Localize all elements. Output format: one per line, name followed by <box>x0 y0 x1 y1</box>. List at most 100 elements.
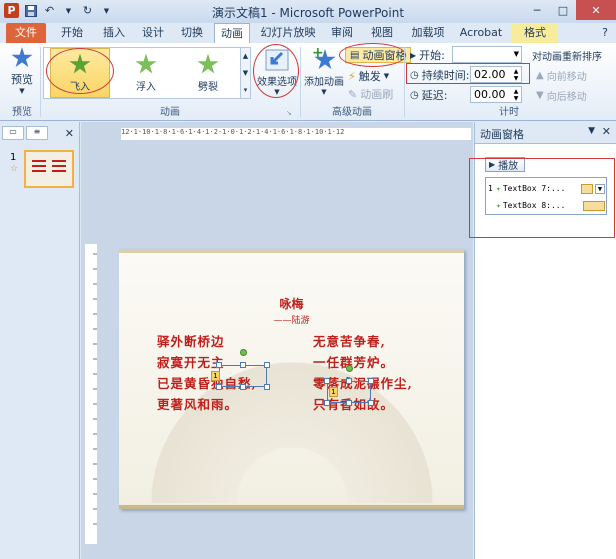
tab-slideshow[interactable]: 幻灯片放映 <box>257 23 319 43</box>
delay-spinner[interactable]: ▲ ▼ <box>511 87 521 102</box>
tab-animations[interactable]: 动画 <box>214 23 250 43</box>
fly-in-effect-icon: ✦ <box>496 201 501 210</box>
chevron-down-icon: ▼ <box>383 72 390 80</box>
tab-design[interactable]: 设计 <box>137 23 169 43</box>
resize-handle[interactable] <box>324 378 330 384</box>
resize-handle[interactable] <box>216 384 222 390</box>
resize-handle[interactable] <box>346 400 352 406</box>
gallery-more-icon[interactable]: ▾ <box>244 86 248 94</box>
animation-float-in[interactable]: 浮入 <box>116 48 176 98</box>
slide-number: 1 <box>10 152 17 163</box>
chevron-down-icon: ▼ <box>513 50 519 58</box>
slide[interactable]: 咏梅 ——陆游 驿外断桥边 寂寞开无主 已是黄昏独自愁, 更著风和雨。 无意苦争… <box>119 249 464 509</box>
split-star-icon <box>197 53 219 74</box>
resize-handle[interactable] <box>264 362 270 368</box>
animation-fly-in[interactable]: 飞入 <box>50 48 110 98</box>
item-dropdown-icon[interactable]: ▼ <box>595 183 605 194</box>
animation-painter-button[interactable]: ✎ 动画刷 <box>348 86 393 102</box>
lightning-icon: ⚡ <box>348 69 356 83</box>
animation-split[interactable]: 劈裂 <box>178 48 238 98</box>
start-dropdown[interactable]: ▼ <box>452 46 522 63</box>
window-controls: ─ □ ✕ <box>524 0 616 20</box>
play-icon: ▶ <box>489 160 496 169</box>
divider <box>40 47 41 117</box>
chevron-down-icon: ▼ <box>19 87 25 95</box>
preview-star-icon <box>11 47 33 68</box>
rotation-handle[interactable] <box>240 349 247 356</box>
tab-transitions[interactable]: 切换 <box>176 23 208 43</box>
resize-handle[interactable] <box>346 378 352 384</box>
delay-input[interactable]: 00.00 ▲ ▼ <box>470 86 522 103</box>
slides-tab-icon[interactable]: ▭ <box>2 126 24 140</box>
poem-title: 咏梅 <box>279 297 304 311</box>
maximize-icon[interactable]: □ <box>550 0 576 20</box>
effect-options-button[interactable]: 效果选项 ▼ <box>254 49 300 96</box>
resize-handle[interactable] <box>368 378 374 384</box>
slide-thumbnail[interactable] <box>24 150 74 188</box>
animation-list-item[interactable]: ✦ TextBox 8:... <box>488 198 605 213</box>
ribbon: 预览 ▼ 预览 飞入 浮入 劈裂 ▲ ▼ ▾ 效果选项 ▼ 动画 ↘ + 添加动… <box>0 43 616 121</box>
scroll-down-icon[interactable]: ▼ <box>243 69 248 77</box>
resize-handle[interactable] <box>264 384 270 390</box>
vertical-ruler <box>85 244 97 544</box>
title-bar: P ↶ ▼ ↻ ▼ 演示文稿1 - Microsoft PowerPoint ─… <box>0 0 616 23</box>
timeline-bar <box>583 200 605 211</box>
move-later-button[interactable]: ▼ 向后移动 <box>536 87 587 103</box>
tab-view[interactable]: 视图 <box>366 23 398 43</box>
float-in-star-icon <box>135 53 157 74</box>
ribbon-tabs: 文件 开始 插入 设计 切换 动画 幻灯片放映 审阅 视图 加载项 Acroba… <box>0 23 616 43</box>
resize-handle[interactable] <box>240 384 246 390</box>
animation-pane-button[interactable]: ▤ 动画窗格 <box>345 47 412 63</box>
move-earlier-button[interactable]: ▲ 向前移动 <box>536 67 587 83</box>
duration-spinner[interactable]: ▲ ▼ <box>511 67 521 82</box>
pane-menu-icon[interactable]: ▼ <box>588 126 595 136</box>
close-pane-icon[interactable]: ✕ <box>602 125 611 138</box>
resize-handle[interactable] <box>216 362 222 368</box>
poem-line: 一任群芳炉。 <box>313 355 395 370</box>
resize-handle[interactable] <box>324 400 330 406</box>
dialog-launcher-icon[interactable]: ↘ <box>286 109 292 117</box>
outline-tab-icon[interactable]: ≡ <box>26 126 48 140</box>
animation-pane-icon: ▤ <box>350 49 360 61</box>
animation-list: 1 ✦ TextBox 7:... ▼ ✦ TextBox 8:... <box>485 177 607 215</box>
animation-list-item[interactable]: 1 ✦ TextBox 7:... ▼ <box>488 181 605 196</box>
rotation-handle[interactable] <box>346 365 353 372</box>
group-label-animation: 动画 <box>160 107 180 118</box>
play-button[interactable]: ▶ 播放 <box>485 157 525 172</box>
fly-in-star-icon <box>69 53 91 74</box>
animation-tag: 1 <box>211 371 220 381</box>
scroll-up-icon[interactable]: ▲ <box>243 52 248 60</box>
help-icon[interactable]: ? <box>602 26 608 39</box>
arrow-down-icon: ▼ <box>536 89 544 101</box>
start-play-icon: ▶ <box>410 50 417 60</box>
clock-icon: ◷ <box>410 69 419 81</box>
minimize-icon[interactable]: ─ <box>524 0 550 20</box>
timeline-bar <box>581 183 593 194</box>
slide-editing-area: 12·1·10·1·8·1·6·1·4·1·2·1·0·1·2·1·4·1·6·… <box>81 122 473 559</box>
group-label-preview: 预览 <box>12 107 32 118</box>
add-animation-button[interactable]: + 添加动画 ▼ <box>304 46 344 96</box>
arrow-up-icon: ▲ <box>536 69 544 81</box>
preview-button[interactable]: 预览 ▼ <box>6 47 38 95</box>
tab-acrobat[interactable]: Acrobat <box>456 23 506 43</box>
divider <box>300 47 301 117</box>
close-pane-icon[interactable]: ✕ <box>65 127 74 140</box>
tab-file[interactable]: 文件 <box>6 23 46 43</box>
tab-insert[interactable]: 插入 <box>98 23 130 43</box>
close-icon[interactable]: ✕ <box>576 0 616 20</box>
tab-format[interactable]: 格式 <box>512 23 558 43</box>
tab-review[interactable]: 审阅 <box>326 23 358 43</box>
tab-home[interactable]: 开始 <box>56 23 88 43</box>
delay-label: ◷ 延迟: <box>410 89 448 102</box>
duration-input[interactable]: 02.00 ▲ ▼ <box>470 66 522 83</box>
resize-handle[interactable] <box>368 400 374 406</box>
trigger-button[interactable]: ⚡ 触发 ▼ <box>348 68 389 84</box>
animation-pane: 动画窗格 ▼ ✕ ▶ 播放 1 ✦ TextBox 7:... ▼ ✦ Text… <box>469 122 616 559</box>
gallery-scrollbar[interactable]: ▲ ▼ ▾ <box>240 48 250 98</box>
tab-addins[interactable]: 加载项 <box>406 23 450 43</box>
horizontal-ruler: 12·1·10·1·8·1·6·1·4·1·2·1·0·1·2·1·4·1·6·… <box>121 128 471 140</box>
resize-handle[interactable] <box>240 362 246 368</box>
slides-pane: ▭ ≡ ✕ 1 ☆ <box>0 122 80 559</box>
slides-pane-tabs: ▭ ≡ ✕ <box>2 125 78 141</box>
animation-tag: 1 <box>329 387 338 397</box>
